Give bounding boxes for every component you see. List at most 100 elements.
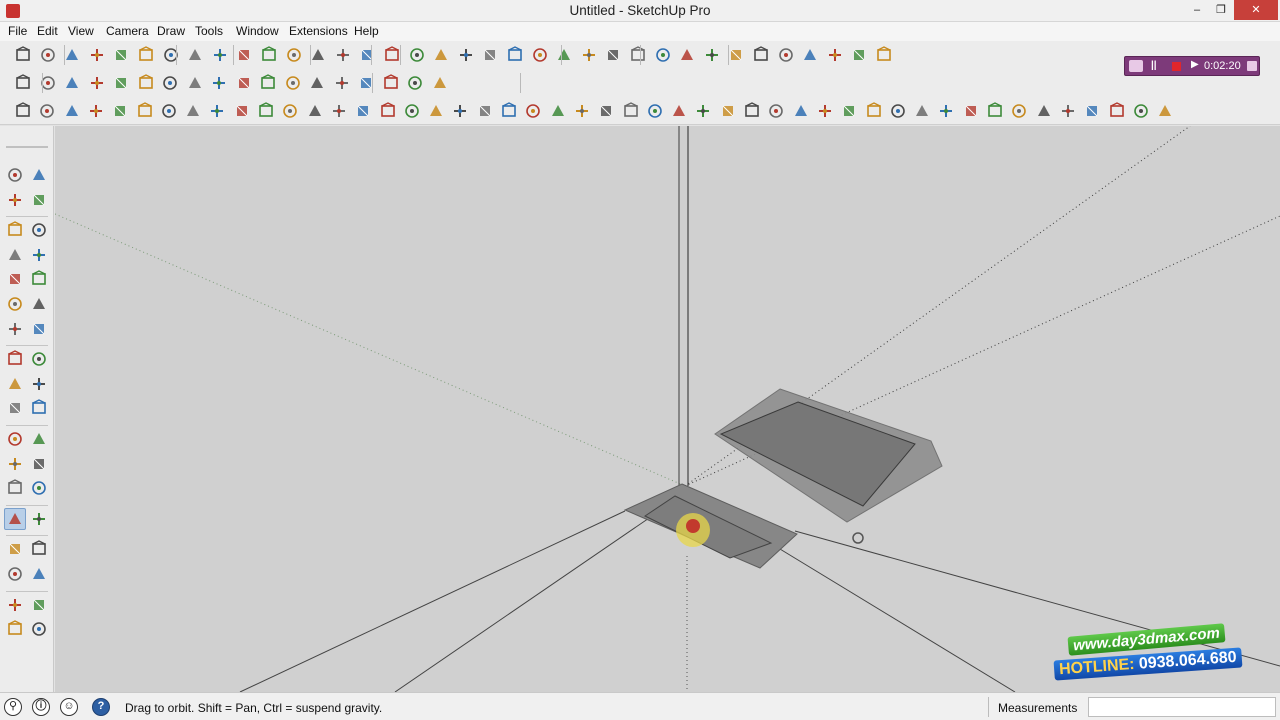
tape-measure-icon[interactable]	[6, 430, 24, 448]
drawing-area[interactable]	[55, 126, 1280, 692]
component-browser-icon[interactable]	[752, 46, 770, 64]
print-icon[interactable]	[260, 46, 278, 64]
two-point-arc-icon[interactable]	[30, 295, 48, 313]
tool-icon-13[interactable]	[306, 102, 324, 120]
tool-icon-3[interactable]	[63, 102, 81, 120]
tool-icon-32[interactable]	[767, 102, 785, 120]
tool-icon-19[interactable]	[451, 102, 469, 120]
shaded-icon[interactable]	[654, 46, 672, 64]
tool-icon-47[interactable]	[1132, 102, 1150, 120]
sandbox-icon[interactable]	[801, 46, 819, 64]
solid-tools-icon[interactable]	[14, 74, 32, 92]
tool-icon-46[interactable]	[1108, 102, 1126, 120]
trim-icon[interactable]	[137, 74, 155, 92]
subtract-icon[interactable]	[112, 74, 130, 92]
tool-icon-39[interactable]	[937, 102, 955, 120]
photo-match-icon[interactable]	[259, 74, 277, 92]
tool-icon-24[interactable]	[573, 102, 591, 120]
section-plane-icon[interactable]	[30, 620, 48, 638]
tool-icon-34[interactable]	[816, 102, 834, 120]
user-icon[interactable]: ☺	[60, 698, 78, 716]
scenes-icon[interactable]	[358, 46, 376, 64]
3d-text-icon[interactable]	[186, 46, 204, 64]
freehand-icon[interactable]	[30, 221, 48, 239]
tool-icon-20[interactable]	[476, 102, 494, 120]
tool-icon-36[interactable]	[865, 102, 883, 120]
pan-icon[interactable]	[30, 510, 48, 528]
protractor-icon[interactable]	[6, 455, 24, 473]
pie-icon[interactable]	[6, 320, 24, 338]
polygon-icon[interactable]	[30, 270, 48, 288]
menu-draw[interactable]: Draw	[157, 24, 185, 38]
styles-icon[interactable]	[334, 46, 352, 64]
layers-icon[interactable]	[309, 46, 327, 64]
dimension-icon[interactable]	[382, 74, 400, 92]
tool-icon-27[interactable]	[646, 102, 664, 120]
tool-icon-29[interactable]	[694, 102, 712, 120]
credits-icon[interactable]: ⓘ	[32, 698, 50, 716]
component-icon[interactable]	[30, 166, 48, 184]
maximize-button[interactable]: ❐	[1208, 0, 1234, 20]
tool-icon-7[interactable]	[160, 102, 178, 120]
tool-icon-6[interactable]	[136, 102, 154, 120]
section-fill-icon[interactable]	[580, 46, 598, 64]
point-icon[interactable]	[333, 74, 351, 92]
arc-icon[interactable]	[6, 295, 24, 313]
menu-camera[interactable]: Camera	[106, 24, 149, 38]
follow-me-icon[interactable]	[30, 375, 48, 393]
menu-tools[interactable]: Tools	[195, 24, 223, 38]
left-view-icon[interactable]	[506, 46, 524, 64]
rotate-icon[interactable]	[6, 375, 24, 393]
push-pull-icon[interactable]	[30, 350, 48, 368]
monochrome-icon[interactable]	[703, 46, 721, 64]
menu-view[interactable]: View	[68, 24, 94, 38]
tape-icon[interactable]	[431, 74, 449, 92]
orbit-icon[interactable]	[6, 510, 24, 528]
intersect-icon[interactable]	[63, 74, 81, 92]
section-plane-icon[interactable]	[531, 46, 549, 64]
tool-icon-8[interactable]	[184, 102, 202, 120]
tool-icon-12[interactable]	[281, 102, 299, 120]
tool-icon-18[interactable]	[427, 102, 445, 120]
line-icon[interactable]	[6, 221, 24, 239]
tool-icon-41[interactable]	[986, 102, 1004, 120]
tool-icon-30[interactable]	[719, 102, 737, 120]
union-icon[interactable]	[88, 74, 106, 92]
extension-manager-icon[interactable]	[850, 46, 868, 64]
model-info-icon[interactable]	[285, 46, 303, 64]
tool-icon-48[interactable]	[1156, 102, 1174, 120]
tool-icon-23[interactable]	[549, 102, 567, 120]
front-view-icon[interactable]	[432, 46, 450, 64]
recorder-camera-icon[interactable]	[1129, 60, 1143, 72]
back-view-icon[interactable]	[481, 46, 499, 64]
eraser-icon[interactable]	[30, 191, 48, 209]
tool-icon-40[interactable]	[962, 102, 980, 120]
circle-icon[interactable]	[6, 270, 24, 288]
tool-icon-31[interactable]	[743, 102, 761, 120]
tool-icon-22[interactable]	[524, 102, 542, 120]
open-file-icon[interactable]	[39, 46, 57, 64]
extension-icon[interactable]	[826, 46, 844, 64]
textured-icon[interactable]	[678, 46, 696, 64]
tool-icon-37[interactable]	[889, 102, 907, 120]
tool-icon-5[interactable]	[111, 102, 129, 120]
tool-icon-1[interactable]	[14, 102, 32, 120]
text-label-icon[interactable]	[30, 455, 48, 473]
position-camera-icon[interactable]	[6, 596, 24, 614]
cut-icon[interactable]	[88, 46, 106, 64]
tool-icon-17[interactable]	[403, 102, 421, 120]
menu-file[interactable]: File	[8, 24, 27, 38]
3d-text-icon[interactable]	[30, 479, 48, 497]
help-icon[interactable]: ?	[92, 698, 110, 716]
minimize-button[interactable]: ‒	[1184, 0, 1210, 20]
menu-extensions[interactable]: Extensions	[289, 24, 348, 38]
xray-icon[interactable]	[604, 46, 622, 64]
undo-icon[interactable]	[211, 46, 229, 64]
menu-window[interactable]: Window	[236, 24, 279, 38]
paint-bucket-icon[interactable]	[6, 191, 24, 209]
shadow-icon[interactable]	[210, 74, 228, 92]
zoom-extents-icon[interactable]	[6, 565, 24, 583]
tool-icon-28[interactable]	[670, 102, 688, 120]
new-file-icon[interactable]	[14, 46, 32, 64]
tool-icon-9[interactable]	[208, 102, 226, 120]
